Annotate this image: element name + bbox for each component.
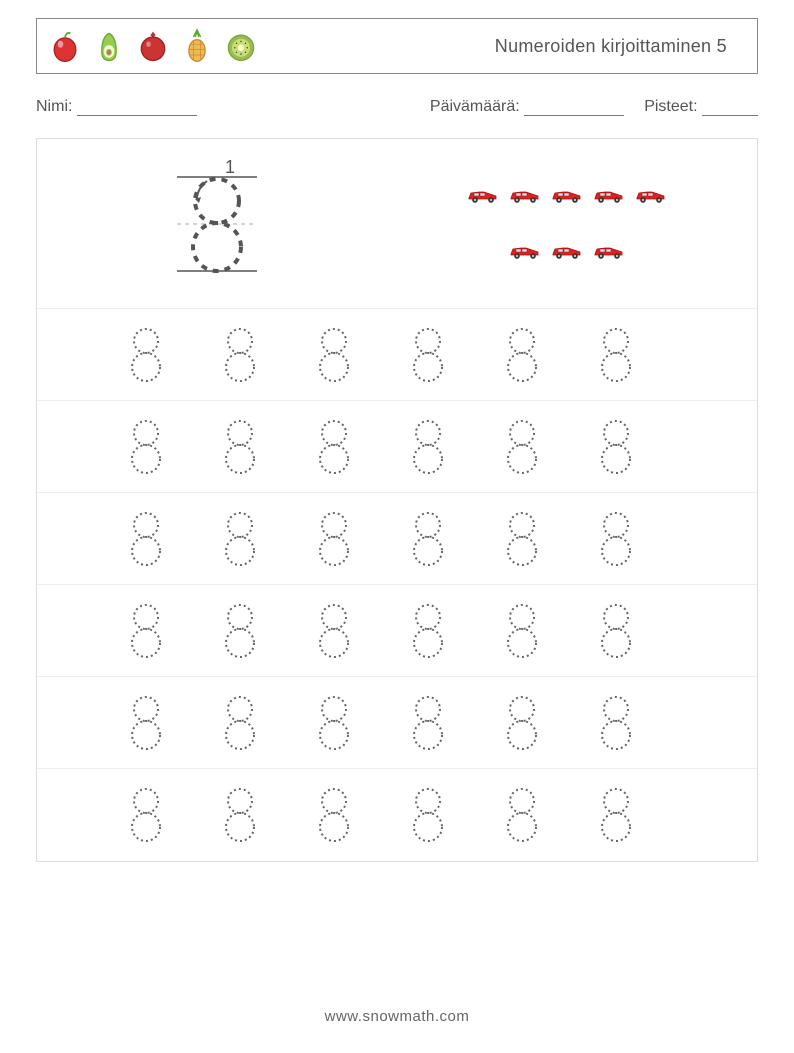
trace-glyph-8[interactable] bbox=[503, 785, 541, 845]
car-icon bbox=[466, 188, 500, 204]
trace-glyph-8[interactable] bbox=[127, 601, 165, 661]
worksheet-grid: 1 bbox=[36, 138, 758, 862]
trace-glyph-8[interactable] bbox=[221, 417, 259, 477]
trace-glyph-8[interactable] bbox=[503, 693, 541, 753]
trace-glyph-8[interactable] bbox=[127, 785, 165, 845]
date-label: Päivämäärä: bbox=[430, 98, 520, 115]
trace-glyph-8[interactable] bbox=[127, 693, 165, 753]
trace-row bbox=[37, 677, 757, 769]
info-row: Nimi: Päivämäärä: Pisteet: bbox=[36, 98, 758, 116]
name-label: Nimi: bbox=[36, 98, 72, 115]
car-icon bbox=[592, 244, 626, 260]
trace-glyph-8[interactable] bbox=[315, 417, 353, 477]
trace-row bbox=[37, 769, 757, 861]
fruit-icon-row bbox=[47, 26, 259, 66]
car-icon bbox=[592, 188, 626, 204]
trace-glyph-8[interactable] bbox=[315, 325, 353, 385]
demo-number-stroke: 1 bbox=[37, 139, 397, 308]
trace-glyph-8[interactable] bbox=[409, 509, 447, 569]
apple-icon bbox=[47, 26, 83, 66]
trace-glyph-8[interactable] bbox=[221, 601, 259, 661]
trace-glyph-8[interactable] bbox=[221, 509, 259, 569]
trace-glyph-8[interactable] bbox=[409, 601, 447, 661]
trace-glyph-8[interactable] bbox=[409, 325, 447, 385]
trace-glyph-8[interactable] bbox=[221, 785, 259, 845]
trace-glyph-8[interactable] bbox=[597, 509, 635, 569]
trace-glyph-8[interactable] bbox=[597, 693, 635, 753]
trace-glyph-8[interactable] bbox=[409, 785, 447, 845]
car-icon bbox=[508, 244, 542, 260]
trace-glyph-8[interactable] bbox=[597, 417, 635, 477]
name-blank[interactable] bbox=[77, 100, 197, 116]
car-icon bbox=[550, 188, 584, 204]
trace-row bbox=[37, 309, 757, 401]
trace-glyph-8[interactable] bbox=[315, 509, 353, 569]
car-icon bbox=[508, 188, 542, 204]
avocado-icon bbox=[91, 26, 127, 66]
demo-objects bbox=[397, 139, 757, 308]
trace-glyph-8[interactable] bbox=[221, 693, 259, 753]
car-icon bbox=[634, 188, 668, 204]
trace-glyph-8[interactable] bbox=[503, 325, 541, 385]
car-line-1 bbox=[466, 188, 668, 204]
car-line-2 bbox=[508, 244, 626, 260]
stroke-number-label: 1 bbox=[225, 159, 235, 177]
trace-glyph-8[interactable] bbox=[127, 417, 165, 477]
trace-glyph-8[interactable] bbox=[503, 509, 541, 569]
trace-glyph-8[interactable] bbox=[127, 325, 165, 385]
trace-glyph-8[interactable] bbox=[503, 601, 541, 661]
worksheet-title: Numeroiden kirjoittaminen 5 bbox=[495, 36, 727, 57]
car-icon bbox=[550, 244, 584, 260]
trace-glyph-8[interactable] bbox=[409, 417, 447, 477]
trace-glyph-8[interactable] bbox=[315, 785, 353, 845]
trace-glyph-8[interactable] bbox=[315, 601, 353, 661]
trace-glyph-8[interactable] bbox=[597, 785, 635, 845]
trace-row bbox=[37, 585, 757, 677]
kiwi-icon bbox=[223, 26, 259, 66]
date-blank[interactable] bbox=[524, 100, 624, 116]
trace-glyph-8[interactable] bbox=[221, 325, 259, 385]
trace-glyph-8[interactable] bbox=[315, 693, 353, 753]
trace-glyph-8[interactable] bbox=[597, 325, 635, 385]
trace-glyph-8[interactable] bbox=[409, 693, 447, 753]
score-label: Pisteet: bbox=[644, 98, 697, 115]
demo-row: 1 bbox=[37, 139, 757, 309]
pomegranate-icon bbox=[135, 26, 171, 66]
header-box: Numeroiden kirjoittaminen 5 bbox=[36, 18, 758, 74]
trace-row bbox=[37, 493, 757, 585]
score-blank[interactable] bbox=[702, 100, 758, 116]
trace-glyph-8[interactable] bbox=[503, 417, 541, 477]
trace-glyph-8[interactable] bbox=[597, 601, 635, 661]
trace-glyph-8[interactable] bbox=[127, 509, 165, 569]
footer-url: www.snowmath.com bbox=[0, 1008, 794, 1025]
pineapple-icon bbox=[179, 26, 215, 66]
trace-row bbox=[37, 401, 757, 493]
